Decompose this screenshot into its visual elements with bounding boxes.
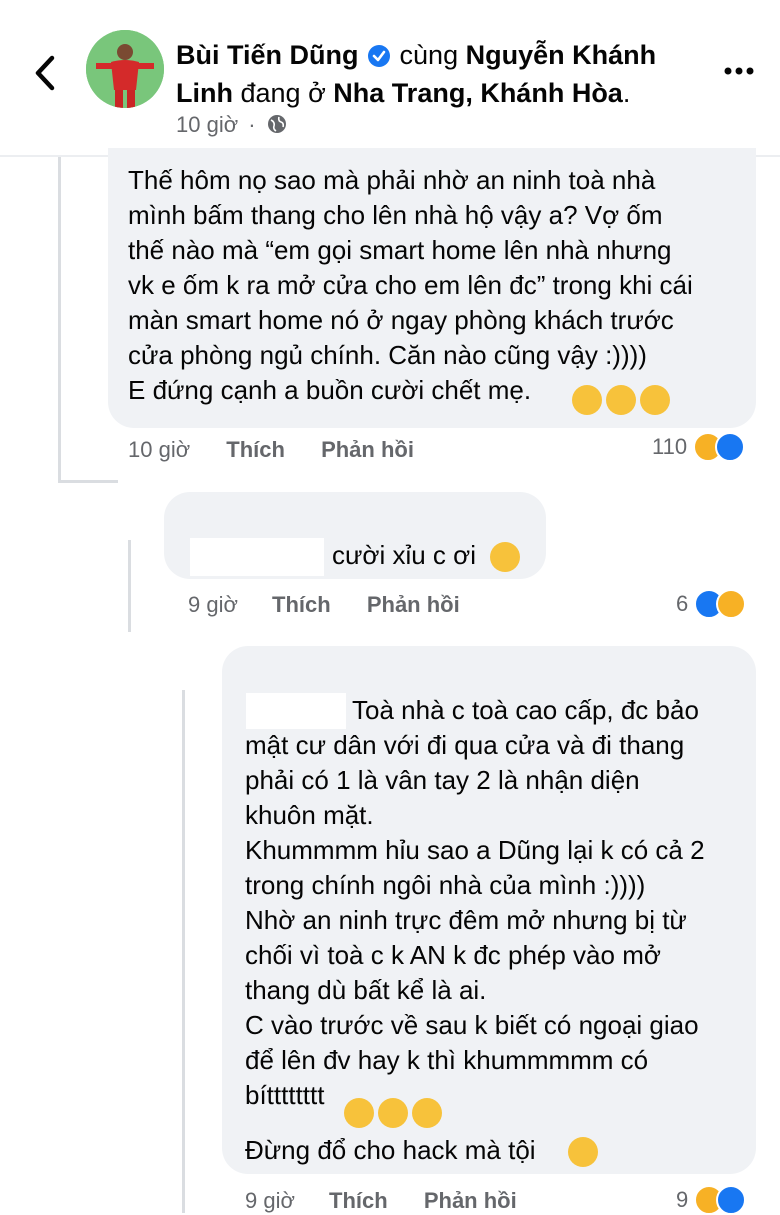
reaction-count-3: 9 xyxy=(676,1187,689,1212)
comment-time-3[interactable]: 9 giờ xyxy=(245,1188,295,1214)
more-options-icon[interactable] xyxy=(722,56,756,86)
reaction-count-2: 6 xyxy=(676,591,689,616)
comment-actions-1: 10 giờ Thích Phản hồi xyxy=(128,437,414,463)
location-name[interactable]: Nha Trang, Khánh Hòa xyxy=(333,78,623,108)
laugh-emoji-1 xyxy=(568,385,670,415)
commenter-name-hidden-3[interactable] xyxy=(246,693,346,729)
laugh-emoji-3 xyxy=(340,1098,442,1128)
comment-time-2[interactable]: 9 giờ xyxy=(188,592,238,618)
like-icon xyxy=(716,1185,747,1215)
reply-button-1[interactable]: Phản hồi xyxy=(321,437,414,463)
comment-text-3-first: Toà nhà c toà cao cấp, đc bảo xyxy=(352,695,699,725)
comment-time-1[interactable]: 10 giờ xyxy=(128,437,190,463)
commenter-name-hidden-2[interactable] xyxy=(190,538,324,576)
reaction-summary-1[interactable]: 110 xyxy=(652,432,746,462)
location-word: đang ở xyxy=(240,78,326,108)
reply-button-2[interactable]: Phản hồi xyxy=(367,592,460,618)
rofl-emoji xyxy=(490,542,520,572)
thread-line-reply-2 xyxy=(182,690,185,1213)
comment-actions-2: 9 giờ Thích Phản hồi xyxy=(188,592,460,618)
comment-text-1: Thế hôm nọ sao mà phải nhờ an ninh toà n… xyxy=(128,165,693,405)
with-word: cùng xyxy=(399,40,459,70)
like-button-1[interactable]: Thích xyxy=(226,437,285,463)
reaction-summary-3[interactable]: 9 xyxy=(676,1185,747,1215)
like-icon xyxy=(715,432,746,462)
haha-icon xyxy=(716,589,747,619)
author-name[interactable]: Bùi Tiến Dũng xyxy=(176,40,359,70)
comment-text-3: mật cư dân với đi qua cửa và đi thang ph… xyxy=(245,730,705,1110)
thread-curve xyxy=(58,480,118,483)
comment-text-3-last: Đừng đổ cho hack mà tội xyxy=(245,1135,536,1165)
post-title: Bùi Tiến Dũng cùng Nguyễn Khánh Linh đan… xyxy=(176,36,696,112)
comment-text-2: cười xỉu c ơi xyxy=(332,540,476,570)
back-icon[interactable] xyxy=(28,52,62,94)
hand-over-mouth-emoji xyxy=(568,1137,598,1167)
reaction-count-1: 110 xyxy=(652,434,688,459)
comment-actions-3: 9 giờ Thích Phản hồi xyxy=(245,1188,517,1214)
reaction-summary-2[interactable]: 6 xyxy=(676,589,747,619)
meta-dot: · xyxy=(248,112,256,137)
post-meta: 10 giờ · xyxy=(176,112,288,141)
like-button-3[interactable]: Thích xyxy=(329,1188,388,1214)
globe-icon xyxy=(266,113,288,141)
post-header: Bùi Tiến Dũng cùng Nguyễn Khánh Linh đan… xyxy=(0,0,780,157)
verified-badge-icon xyxy=(368,45,391,67)
like-button-2[interactable]: Thích xyxy=(272,592,331,618)
title-period: . xyxy=(622,78,631,108)
thread-line xyxy=(58,157,61,482)
thread-line-reply xyxy=(128,540,131,632)
reply-button-3[interactable]: Phản hồi xyxy=(424,1188,517,1214)
post-time[interactable]: 10 giờ xyxy=(176,112,238,137)
avatar[interactable] xyxy=(86,30,164,108)
